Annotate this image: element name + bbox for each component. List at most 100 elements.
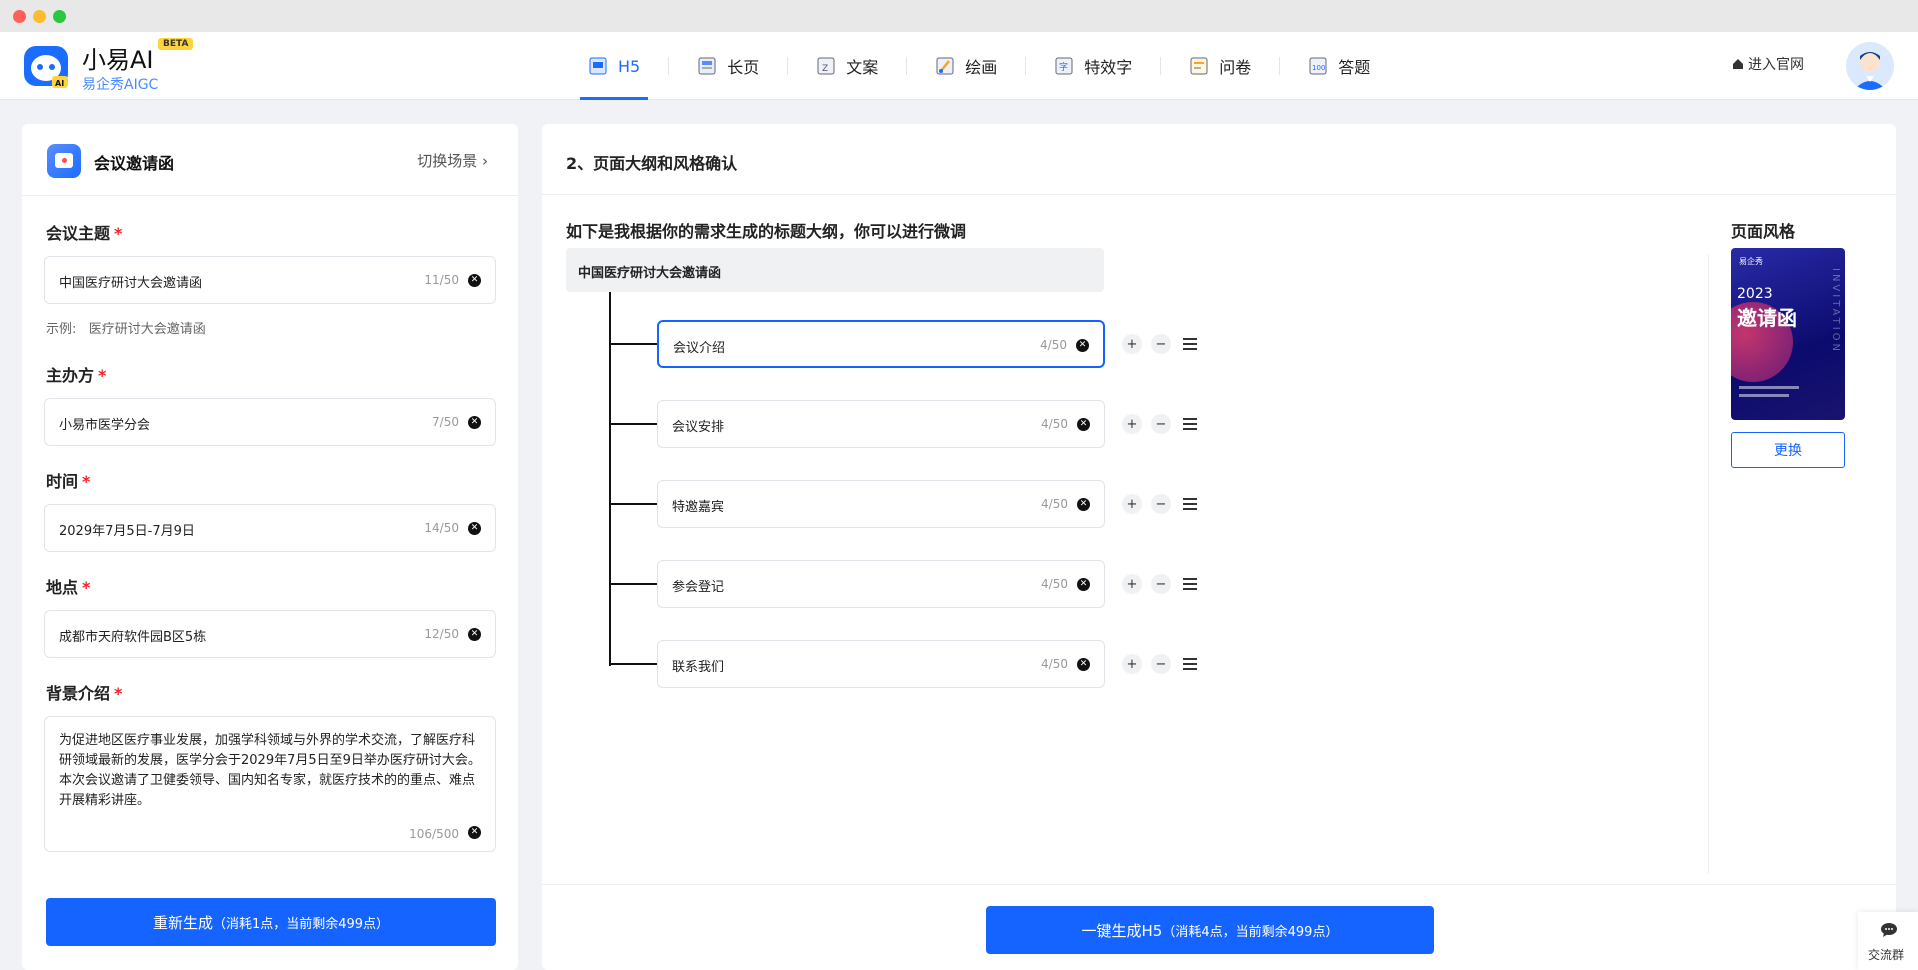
field-label-location: 地点 * — [46, 578, 91, 597]
theme-input[interactable]: 中国医疗研讨大会邀请函 11/50 ✕ — [44, 256, 496, 304]
tab-copywriting[interactable]: Z 文案 — [788, 32, 906, 100]
outline-root-title: 中国医疗研讨大会邀请函 — [578, 266, 722, 281]
clear-icon[interactable]: ✕ — [1077, 578, 1090, 591]
tree-connector — [609, 292, 611, 666]
drag-handle-icon[interactable] — [1180, 334, 1200, 354]
official-site-link[interactable]: 进入官网 — [1732, 54, 1804, 74]
generate-h5-button[interactable]: 一键生成H5 （消耗4点，当前剩余499点） — [986, 906, 1434, 954]
clear-icon[interactable]: ✕ — [1077, 498, 1090, 511]
home-icon — [1733, 59, 1743, 69]
outline-item-input[interactable]: 特邀嘉宾 4/50 ✕ — [657, 480, 1105, 528]
tab-quiz[interactable]: 100 答题 — [1280, 32, 1398, 100]
change-style-button[interactable]: 更换 — [1731, 432, 1845, 468]
organizer-input[interactable]: 小易市医学分会 7/50 ✕ — [44, 398, 496, 446]
remove-icon[interactable]: − — [1151, 574, 1171, 594]
style-preview-thumbnail[interactable]: 易企秀 2023 邀请函 INVITATION — [1731, 248, 1845, 420]
clear-icon[interactable]: ✕ — [1077, 418, 1090, 431]
clear-icon[interactable]: ✕ — [468, 522, 481, 535]
tree-branch — [609, 343, 657, 345]
input-value: 参会登记 — [672, 580, 725, 595]
svg-text:字: 字 — [1059, 61, 1068, 73]
input-value: 会议介绍 — [673, 341, 726, 356]
painting-icon — [936, 57, 954, 75]
tab-painting[interactable]: 绘画 — [907, 32, 1025, 100]
scene-header: 会议邀请函 切换场景 › — [22, 124, 518, 196]
poster-vertical-text: INVITATION — [1830, 268, 1841, 355]
time-input[interactable]: 2029年7月5日-7月9日 14/50 ✕ — [44, 504, 496, 552]
effect-text-icon: 字 — [1055, 57, 1073, 75]
add-icon[interactable]: + — [1122, 654, 1142, 674]
tab-long-page[interactable]: 长页 — [669, 32, 787, 100]
clear-icon[interactable]: ✕ — [1076, 339, 1089, 352]
outline-item-input[interactable]: 会议安排 4/50 ✕ — [657, 400, 1105, 448]
remove-icon[interactable]: − — [1151, 654, 1171, 674]
remove-icon[interactable]: − — [1151, 414, 1171, 434]
regenerate-button[interactable]: 重新生成 （消耗1点，当前剩余499点） — [46, 898, 496, 946]
divider — [542, 884, 1896, 885]
add-icon[interactable]: + — [1122, 494, 1142, 514]
copywriting-icon: Z — [817, 57, 835, 75]
field-label-background: 背景介绍 * — [46, 684, 123, 703]
tab-label: 答题 — [1338, 58, 1371, 77]
item-actions: + − — [1122, 574, 1200, 594]
input-value: 会议安排 — [672, 420, 725, 435]
long-page-icon — [698, 57, 716, 75]
field-label-theme: 会议主题 * — [46, 224, 123, 243]
maximize-window-button[interactable] — [53, 10, 66, 23]
field-label-time: 时间 * — [46, 472, 91, 491]
char-count: 7/50 — [432, 415, 459, 429]
outline-item-input[interactable]: 联系我们 4/50 ✕ — [657, 640, 1105, 688]
tab-h5[interactable]: H5 — [560, 32, 668, 100]
required-mark: * — [114, 684, 123, 703]
clear-icon[interactable]: ✕ — [468, 826, 481, 839]
h5-icon — [589, 57, 607, 75]
app-logo-icon[interactable]: AI — [22, 42, 70, 90]
outline-item-input[interactable]: 参会登记 4/50 ✕ — [657, 560, 1105, 608]
tree-branch — [609, 423, 657, 425]
drag-handle-icon[interactable] — [1180, 494, 1200, 514]
official-site-label: 进入官网 — [1748, 57, 1804, 73]
svg-text:100: 100 — [1312, 64, 1325, 72]
remove-icon[interactable]: − — [1151, 334, 1171, 354]
add-icon[interactable]: + — [1122, 414, 1142, 434]
add-icon[interactable]: + — [1122, 334, 1142, 354]
switch-scene-label: 切换场景 — [417, 152, 478, 170]
location-input[interactable]: 成都市天府软件园B区5栋 12/50 ✕ — [44, 610, 496, 658]
scene-form-panel: 会议邀请函 切换场景 › 会议主题 * 中国医疗研讨大会邀请函 11/50 ✕ 示… — [22, 124, 518, 970]
background-textarea[interactable]: 为促进地区医疗事业发展，加强学科领域与外界的学术交流，了解医疗科研领域最新的发展… — [44, 716, 496, 852]
community-group-button[interactable]: 交流群 — [1858, 912, 1918, 970]
clear-icon[interactable]: ✕ — [468, 274, 481, 287]
example-hint: 示例: 医疗研讨大会邀请函 — [46, 322, 206, 337]
clear-icon[interactable]: ✕ — [468, 628, 481, 641]
tab-effect-text[interactable]: 字 特效字 — [1026, 32, 1160, 100]
drag-handle-icon[interactable] — [1180, 574, 1200, 594]
tab-label: H5 — [618, 56, 641, 76]
poster-brand: 易企秀 — [1739, 257, 1763, 266]
char-count: 4/50 — [1041, 417, 1068, 431]
add-icon[interactable]: + — [1122, 574, 1142, 594]
close-window-button[interactable] — [13, 10, 26, 23]
remove-icon[interactable]: − — [1151, 494, 1171, 514]
item-actions: + − — [1122, 654, 1200, 674]
minimize-window-button[interactable] — [33, 10, 46, 23]
input-value: 小易市医学分会 — [59, 418, 151, 433]
tab-survey[interactable]: 问卷 — [1161, 32, 1279, 100]
required-mark: * — [98, 366, 107, 385]
outline-item-input[interactable]: 会议介绍 4/50 ✕ — [657, 320, 1105, 368]
clear-icon[interactable]: ✕ — [468, 416, 481, 429]
user-avatar[interactable] — [1846, 42, 1894, 90]
clear-icon[interactable]: ✕ — [1077, 658, 1090, 671]
char-count: 4/50 — [1041, 497, 1068, 511]
switch-scene-button[interactable]: 切换场景 › — [417, 150, 488, 171]
app-name: 小易AI — [82, 46, 154, 74]
drag-handle-icon[interactable] — [1180, 414, 1200, 434]
required-mark: * — [82, 578, 91, 597]
divider — [1708, 254, 1709, 874]
svg-text:Z: Z — [822, 64, 828, 74]
avatar-icon — [1846, 42, 1894, 90]
input-value: 特邀嘉宾 — [672, 500, 725, 515]
drag-handle-icon[interactable] — [1180, 654, 1200, 674]
invitation-scene-icon — [47, 144, 81, 178]
chat-bubble-icon — [1881, 923, 1897, 937]
char-count: 11/50 — [424, 273, 459, 287]
